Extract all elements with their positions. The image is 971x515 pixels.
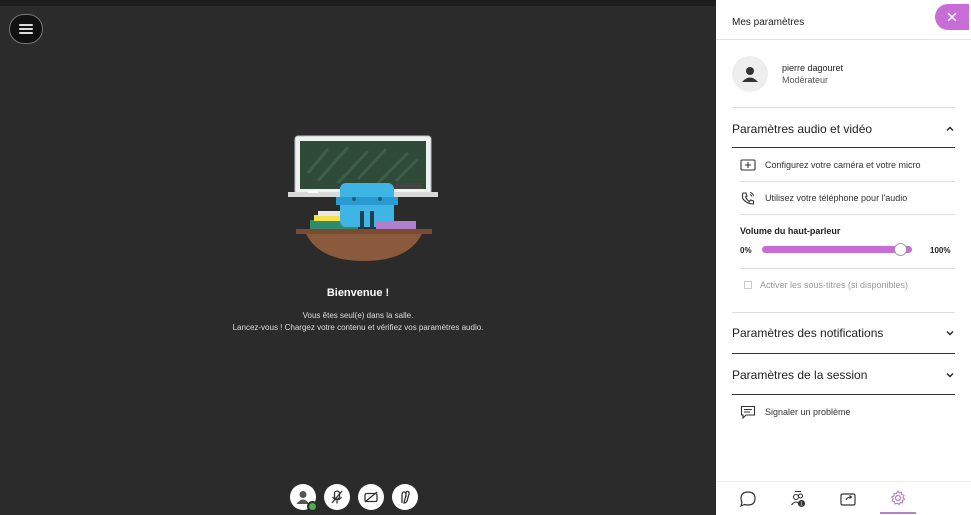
session-heading: Paramètres de la session	[732, 368, 868, 382]
report-icon	[740, 405, 756, 419]
notifications-heading: Paramètres des notifications	[732, 326, 884, 340]
panel-tab-bar: 1	[716, 481, 971, 515]
user-avatar[interactable]	[732, 56, 768, 92]
notifications-section-toggle[interactable]: Paramètres des notifications	[732, 321, 955, 345]
welcome-message-line2: Lancez-vous ! Chargez votre contenu et v…	[232, 323, 484, 332]
classroom-illustration	[288, 135, 438, 261]
camera-config-icon	[740, 159, 756, 171]
chevron-up-icon	[946, 126, 954, 131]
media-controls	[290, 484, 418, 512]
report-problem-label: Signaler un problème	[765, 407, 851, 417]
speaker-volume-slider[interactable]	[762, 246, 912, 253]
chat-icon	[740, 490, 756, 507]
raise-hand-button[interactable]	[392, 484, 418, 510]
welcome-title: Bienvenue !	[326, 287, 390, 299]
volume-max-label: 100%	[930, 246, 951, 255]
captions-label: Activer les sous-titres (si disponibles)	[760, 280, 909, 290]
captions-toggle[interactable]: Activer les sous-titres (si disponibles)	[744, 280, 908, 290]
welcome-message-line1: Vous êtes seul(e) dans la salle.	[302, 311, 414, 320]
chevron-down-icon	[946, 331, 954, 336]
speaker-volume-label: Volume du haut-parleur	[740, 226, 841, 236]
status-available-badge	[307, 501, 318, 512]
avatar-icon	[742, 67, 758, 82]
settings-icon	[890, 489, 906, 505]
tab-settings[interactable]	[880, 484, 916, 514]
divider	[740, 214, 955, 215]
session-section-toggle[interactable]: Paramètres de la session	[732, 363, 955, 387]
audio-video-heading: Paramètres audio et vidéo	[732, 122, 873, 136]
volume-min-label: 0%	[740, 246, 752, 255]
divider	[732, 107, 955, 108]
mic-off-icon	[331, 490, 343, 504]
report-problem-button[interactable]: Signaler un problème	[740, 401, 955, 423]
divider	[732, 312, 955, 313]
divider	[732, 353, 955, 354]
captions-checkbox[interactable]	[744, 281, 752, 289]
divider	[740, 181, 955, 182]
my-status-button[interactable]	[290, 484, 318, 512]
tab-chat[interactable]	[730, 484, 766, 514]
user-name: pierre dagouret	[782, 63, 844, 73]
divider	[740, 268, 955, 269]
phone-icon	[741, 192, 755, 205]
session-menu-button[interactable]	[9, 14, 43, 44]
microphone-button[interactable]	[324, 484, 350, 510]
camera-button[interactable]	[358, 484, 384, 510]
chevron-down-icon	[946, 373, 954, 378]
user-role: Modérateur	[782, 75, 829, 85]
camera-off-icon	[364, 491, 378, 503]
menu-icon	[19, 24, 33, 34]
audio-video-section-toggle[interactable]: Paramètres audio et vidéo	[732, 117, 955, 141]
use-phone-audio-button[interactable]: Utilisez votre téléphone pour l'audio	[740, 187, 955, 209]
use-phone-audio-label: Utilisez votre téléphone pour l'audio	[765, 193, 908, 203]
user-profile: pierre dagouret Modérateur	[732, 52, 962, 96]
panel-title: Mes paramètres	[716, 6, 971, 40]
tab-attendees[interactable]: 1	[780, 484, 816, 514]
close-icon	[947, 12, 957, 22]
hand-raise-icon	[401, 490, 410, 504]
attendees-count-badge: 1	[800, 501, 803, 507]
configure-camera-mic-button[interactable]: Configurez votre caméra et votre micro	[740, 154, 955, 176]
close-panel-button[interactable]	[935, 4, 969, 30]
configure-camera-mic-label: Configurez votre caméra et votre micro	[765, 160, 921, 170]
tab-share-content[interactable]	[830, 484, 866, 514]
divider	[732, 147, 955, 148]
share-icon	[840, 492, 856, 506]
attendees-icon: 1	[791, 490, 805, 507]
speaker-volume-handle[interactable]	[893, 243, 907, 256]
divider	[732, 394, 955, 395]
session-stage: Bienvenue ! Vous êtes seul(e) dans la sa…	[0, 0, 716, 515]
stage-top-bar	[0, 0, 716, 6]
settings-panel: Mes paramètres pierre dagouret Modérateu…	[716, 0, 971, 515]
